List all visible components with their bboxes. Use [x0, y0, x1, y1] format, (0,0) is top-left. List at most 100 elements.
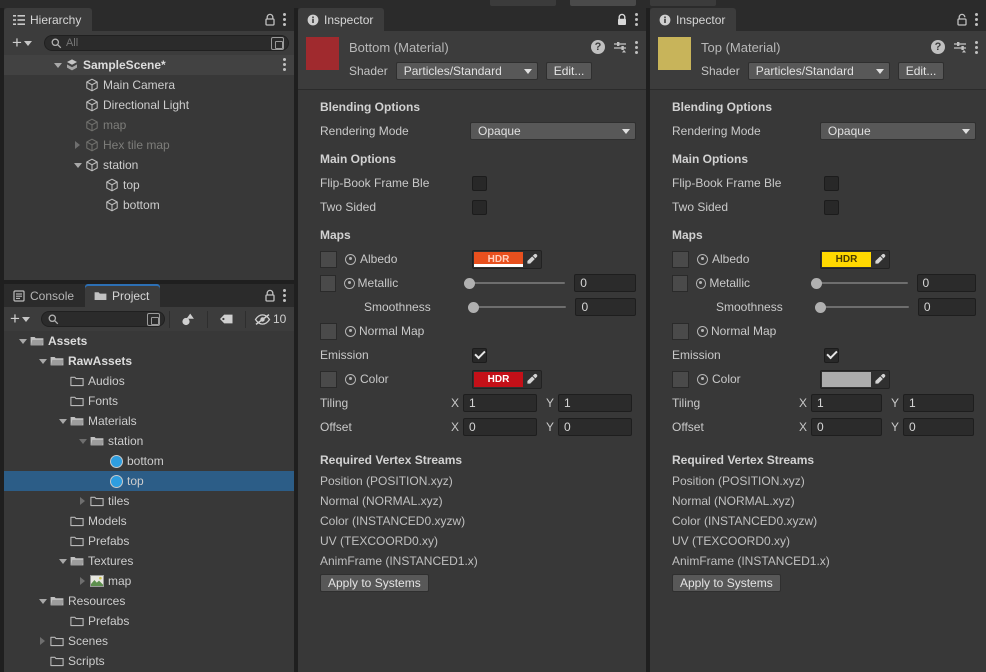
normal-map-settings-icon[interactable] [345, 325, 356, 337]
tree-row[interactable]: Prefabs [4, 611, 294, 631]
tree-row[interactable]: Scripts [4, 651, 294, 671]
flipbook-checkbox-right[interactable] [824, 175, 839, 191]
emission-settings-icon[interactable] [697, 373, 708, 385]
metallic-texture-slot-right[interactable] [672, 274, 688, 292]
expand-arrow-icon[interactable] [36, 591, 49, 611]
offset-x-value-right[interactable]: 0 [811, 418, 882, 436]
tab-hierarchy[interactable]: Hierarchy [4, 8, 93, 31]
metallic-slider-left[interactable] [463, 275, 566, 291]
tree-row[interactable]: RawAssets [4, 351, 294, 371]
tab-console[interactable]: Console [4, 284, 85, 307]
lock-closed-icon[interactable] [616, 13, 628, 26]
tree-row[interactable]: Textures [4, 551, 294, 571]
slider-knob[interactable] [814, 301, 826, 313]
metallic-slider-right[interactable] [810, 275, 908, 291]
lock-icon[interactable] [264, 289, 276, 302]
search-expand-icon[interactable] [146, 312, 160, 326]
expand-arrow-icon[interactable] [56, 551, 69, 571]
emission-color-field-left[interactable]: HDR [472, 369, 542, 389]
tree-row[interactable]: Audios [4, 371, 294, 391]
emission-checkbox-left[interactable] [472, 347, 487, 363]
albedo-settings-icon[interactable] [697, 253, 708, 265]
two-sided-checkbox-left[interactable] [472, 199, 487, 215]
expand-arrow-icon[interactable] [51, 55, 64, 75]
tree-row[interactable]: bottom [4, 451, 294, 471]
offset-y-value-right[interactable]: 0 [903, 418, 974, 436]
tiling-x-value-right[interactable]: 1 [811, 394, 882, 412]
smoothness-value-right[interactable]: 0 [917, 298, 976, 316]
hidden-assets-toggle[interactable]: 10 [250, 312, 290, 326]
filter-by-label-icon[interactable] [212, 313, 241, 325]
tab-project[interactable]: Project [85, 284, 161, 307]
hierarchy-search-input[interactable]: All [43, 35, 289, 51]
preset-icon[interactable] [613, 41, 627, 54]
emission-texture-slot-right[interactable] [672, 370, 689, 388]
slider-knob[interactable] [810, 277, 822, 289]
material-menu-icon[interactable] [975, 40, 978, 54]
albedo-settings-icon[interactable] [345, 253, 356, 265]
tree-row[interactable]: Directional Light [4, 95, 294, 115]
tree-row[interactable]: Models [4, 511, 294, 531]
material-preview-right[interactable] [658, 37, 691, 76]
tree-row[interactable]: Main Camera [4, 75, 294, 95]
albedo-color-field-left[interactable]: HDR [472, 249, 542, 269]
rendering-mode-dropdown-right[interactable]: Opaque [819, 122, 976, 140]
normal-map-texture-slot-left[interactable] [320, 322, 337, 340]
hierarchy-menu-icon[interactable] [283, 13, 286, 26]
toolbar-button-1[interactable] [490, 0, 556, 6]
help-icon[interactable]: ? [931, 40, 945, 54]
project-menu-icon[interactable] [283, 289, 286, 302]
collapse-arrow-icon[interactable] [71, 135, 84, 155]
metallic-value-right[interactable]: 0 [916, 274, 976, 292]
toolbar-button-3[interactable] [650, 0, 716, 6]
tree-row[interactable]: Prefabs [4, 531, 294, 551]
tree-row[interactable]: bottom [4, 195, 294, 215]
emission-settings-icon[interactable] [345, 373, 356, 385]
collapse-arrow-icon[interactable] [76, 491, 89, 511]
expand-arrow-icon[interactable] [16, 331, 29, 351]
expand-arrow-icon[interactable] [56, 411, 69, 431]
tree-row[interactable]: Assets [4, 331, 294, 351]
normal-map-settings-icon[interactable] [697, 325, 708, 337]
create-asset-button[interactable]: + [7, 310, 33, 327]
slider-knob[interactable] [467, 301, 479, 313]
normal-map-texture-slot-right[interactable] [672, 322, 689, 340]
tree-row[interactable]: Resources [4, 591, 294, 611]
preset-icon[interactable] [953, 41, 967, 54]
tree-row[interactable]: station [4, 155, 294, 175]
two-sided-checkbox-right[interactable] [824, 199, 839, 215]
shader-dropdown-left[interactable]: Particles/Standard [395, 62, 538, 80]
edit-shader-button-left[interactable]: Edit... [545, 62, 593, 80]
eyedropper-icon[interactable] [523, 252, 540, 267]
albedo-texture-slot-left[interactable] [320, 250, 337, 268]
tree-row[interactable]: map [4, 115, 294, 135]
expand-arrow-icon[interactable] [71, 155, 84, 175]
tiling-y-value-right[interactable]: 1 [903, 394, 974, 412]
metallic-value-left[interactable]: 0 [574, 274, 636, 292]
collapse-arrow-icon[interactable] [36, 631, 49, 651]
tab-inspector[interactable]: Inspector [298, 8, 385, 31]
shader-dropdown-right[interactable]: Particles/Standard [747, 62, 890, 80]
smoothness-slider-left[interactable] [467, 299, 567, 315]
tree-row[interactable]: Scenes [4, 631, 294, 651]
lock-icon[interactable] [264, 13, 276, 26]
inspector-menu-icon[interactable] [635, 13, 638, 26]
metallic-settings-icon[interactable] [344, 277, 355, 289]
tree-row[interactable]: Hex tile map [4, 135, 294, 155]
project-search-input[interactable] [40, 311, 165, 327]
expand-arrow-icon[interactable] [76, 431, 89, 451]
apply-to-systems-button-left[interactable]: Apply to Systems [320, 574, 429, 592]
rendering-mode-dropdown-left[interactable]: Opaque [470, 122, 636, 140]
tree-row[interactable]: tiles [4, 491, 294, 511]
eyedropper-icon[interactable] [871, 252, 888, 267]
tree-row[interactable]: Fonts [4, 391, 294, 411]
collapse-arrow-icon[interactable] [76, 571, 89, 591]
smoothness-value-left[interactable]: 0 [575, 298, 636, 316]
tiling-x-value-left[interactable]: 1 [463, 394, 537, 412]
tab-inspector[interactable]: Inspector [650, 8, 737, 31]
apply-to-systems-button-right[interactable]: Apply to Systems [672, 574, 781, 592]
search-expand-icon[interactable] [271, 36, 284, 50]
tree-row[interactable]: SampleScene* [4, 55, 294, 75]
tree-row[interactable]: top [4, 175, 294, 195]
tree-row[interactable]: Materials [4, 411, 294, 431]
